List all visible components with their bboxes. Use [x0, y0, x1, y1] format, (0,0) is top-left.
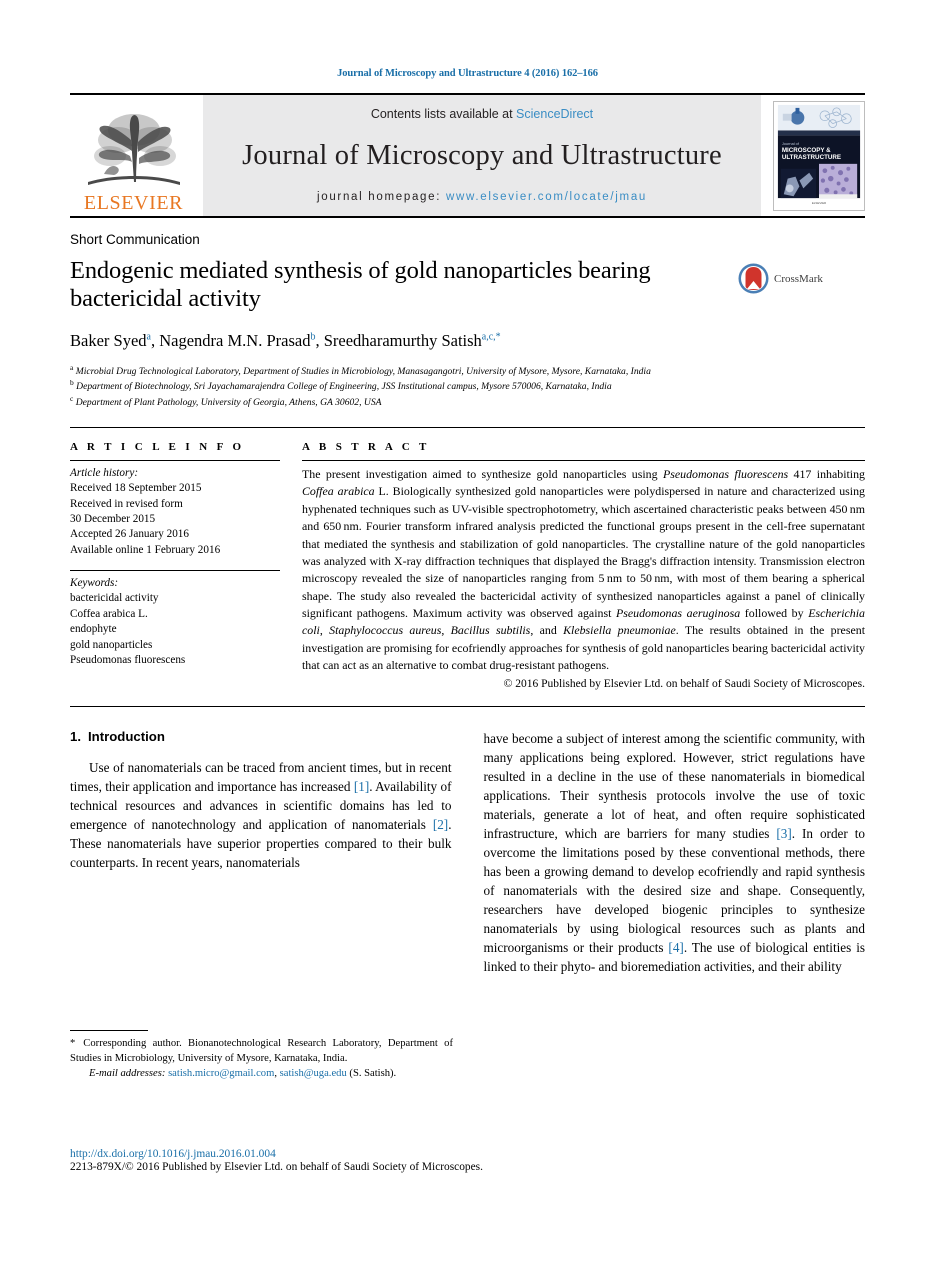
history-item: 30 December 2015 — [70, 513, 156, 526]
article-history-label: Article history: — [70, 467, 139, 480]
corresponding-author-note: * Corresponding author. Bionanotechnologi… — [70, 1036, 453, 1066]
doi-link[interactable]: http://dx.doi.org/10.1016/j.jmau.2016.01… — [70, 1148, 865, 1160]
history-item: Received 18 September 2015 — [70, 482, 202, 495]
keywords-rule — [70, 570, 280, 572]
title-row: Endogenic mediated synthesis of gold nan… — [70, 257, 865, 314]
affiliation-mark: c — [70, 393, 74, 403]
body-right-column: have become a subject of interest among … — [484, 729, 866, 976]
crossmark-badge[interactable]: CrossMark — [738, 263, 823, 294]
running-head: Journal of Microscopy and Ultrastructure… — [337, 68, 598, 79]
author-name: Baker Syed — [70, 330, 147, 350]
svg-text:Journal of: Journal of — [782, 141, 800, 146]
masthead-bottom-rule — [70, 216, 865, 218]
crossmark-label: CrossMark — [774, 272, 823, 285]
masthead-center-panel: Contents lists available at ScienceDirec… — [203, 95, 761, 216]
journal-cover-thumbnail: Journal of MICROSCOPY & ULTRASTRUCTURE E… — [773, 100, 865, 211]
author-separator: , — [150, 330, 160, 350]
history-item: Accepted 26 January 2016 — [70, 528, 189, 541]
history-item: Available online 1 February 2016 — [70, 543, 221, 556]
page-footer: http://dx.doi.org/10.1016/j.jmau.2016.01… — [70, 1148, 865, 1173]
email-label: E-mail addresses: — [89, 1068, 166, 1080]
footnote-marker: * — [70, 1038, 76, 1049]
body-columns: 1. Introduction Use of nanomaterials can … — [70, 729, 865, 976]
author-affil-mark: a,c,* — [481, 331, 501, 343]
section-heading-introduction: 1. Introduction — [70, 729, 452, 744]
intro-paragraph-right: have become a subject of interest among … — [483, 730, 866, 974]
abstract-bottom-rule — [70, 705, 865, 707]
section-number: 1. — [70, 728, 81, 744]
journal-title: Journal of Microscopy and Ultrastructure — [242, 139, 722, 171]
body-left-column: 1. Introduction Use of nanomaterials can … — [70, 729, 452, 976]
article-info-rule — [70, 460, 280, 462]
affiliation-text: Department of Biotechnology, Sri Jayacha… — [76, 381, 612, 393]
issn-copyright-line: 2213-879X/© 2016 Published by Elsevier L… — [70, 1161, 483, 1173]
info-abstract-region: A R T I C L E I N F O Article history: R… — [70, 428, 865, 690]
abstract-copyright: © 2016 Published by Elsevier Ltd. on beh… — [503, 677, 865, 690]
svg-text:ULTRASTRUCTURE: ULTRASTRUCTURE — [782, 153, 841, 160]
journal-homepage-link[interactable]: www.elsevier.com/locate/jmau — [446, 191, 647, 203]
keyword-item: endophyte — [70, 623, 117, 636]
keyword-item: Coffea arabica L. — [70, 607, 148, 620]
email-suffix: (S. Satish). — [346, 1068, 397, 1080]
footnote-region: * Corresponding author. Bionanotechnologi… — [70, 1030, 453, 1081]
contents-lists-line: Contents lists available at ScienceDirec… — [371, 107, 593, 121]
author-item: Sreedharamurthy Satisha,c,* — [324, 331, 501, 350]
keywords-block: Keywords: bactericidal activity Coffea a… — [70, 576, 280, 668]
intro-paragraph-left: Use of nanomaterials can be traced from … — [70, 759, 452, 870]
section-title: Introduction — [88, 728, 165, 744]
article-history-block: Article history: Received 18 September 2… — [70, 466, 280, 558]
elsevier-logo: ELSEVIER — [70, 95, 197, 216]
affiliation-text: Department of Plant Pathology, Universit… — [75, 396, 382, 408]
affiliation-text: Microbial Drug Technological Laboratory,… — [75, 366, 651, 377]
homepage-prefix: journal homepage: — [316, 191, 447, 203]
email-link-2[interactable]: satish@uga.edu — [280, 1068, 347, 1079]
email-link-1[interactable]: satish.micro@gmail.com — [168, 1068, 274, 1079]
elsevier-tree-icon — [87, 114, 180, 185]
svg-text:ELSEVIER: ELSEVIER — [812, 201, 826, 205]
journal-homepage-line: journal homepage: www.elsevier.com/locat… — [317, 191, 647, 203]
elsevier-wordmark: ELSEVIER — [83, 192, 184, 214]
author-name: Sreedharamurthy Satish — [323, 330, 482, 350]
keywords-label: Keywords: — [70, 577, 119, 590]
keyword-item: bactericidal activity — [70, 592, 159, 605]
author-name: Nagendra M.N. Prasad — [159, 330, 311, 350]
abstract-rule-top — [302, 460, 865, 462]
abstract-text: The present investigation aimed to synth… — [302, 467, 865, 673]
footnote-rule — [70, 1030, 148, 1031]
article-info-heading: A R T I C L E I N F O — [70, 441, 245, 454]
keyword-item: gold nanoparticles — [70, 638, 153, 651]
sciencedirect-link[interactable]: ScienceDirect — [516, 107, 593, 121]
journal-article-page: Journal of Microscopy and Ultrastructure… — [0, 0, 935, 1266]
keyword-item: Pseudomonas fluorescens — [70, 653, 186, 666]
journal-masthead: ELSEVIER Contents lists available at Sci… — [70, 95, 865, 216]
contents-prefix: Contents lists available at — [370, 107, 517, 121]
abstract-column: A B S T R A C T The present investigatio… — [302, 441, 865, 690]
affiliation-list: a Microbial Drug Technological Laborator… — [70, 363, 770, 409]
corresponding-author-text: Corresponding author. Bionanotechnologic… — [70, 1038, 453, 1065]
author-list: Baker Syeda, Nagendra M.N. Prasadb, Sree… — [70, 331, 865, 351]
article-info-column: A R T I C L E I N F O Article history: R… — [70, 441, 302, 690]
cover-artwork: Journal of MICROSCOPY & ULTRASTRUCTURE E… — [774, 101, 864, 210]
author-item: Nagendra M.N. Prasadb — [159, 331, 315, 350]
history-item: Received in revised form — [70, 497, 183, 510]
affiliation-mark: b — [70, 378, 74, 388]
abstract-heading: A B S T R A C T — [302, 441, 430, 454]
page-title: Endogenic mediated synthesis of gold nan… — [70, 257, 651, 313]
affiliation-item: b Department of Biotechnology, Sri Jayac… — [70, 378, 770, 393]
author-separator: , — [315, 330, 324, 350]
affiliation-item: a Microbial Drug Technological Laborator… — [70, 363, 770, 378]
crossmark-icon — [738, 263, 769, 294]
article-type-label: Short Communication — [70, 232, 200, 247]
email-note: E-mail addresses: satish.micro@gmail.com… — [70, 1066, 453, 1081]
affiliation-item: c Department of Plant Pathology, Univers… — [70, 394, 770, 409]
author-item: Baker Syeda — [70, 331, 151, 350]
affiliation-mark: a — [70, 362, 74, 372]
